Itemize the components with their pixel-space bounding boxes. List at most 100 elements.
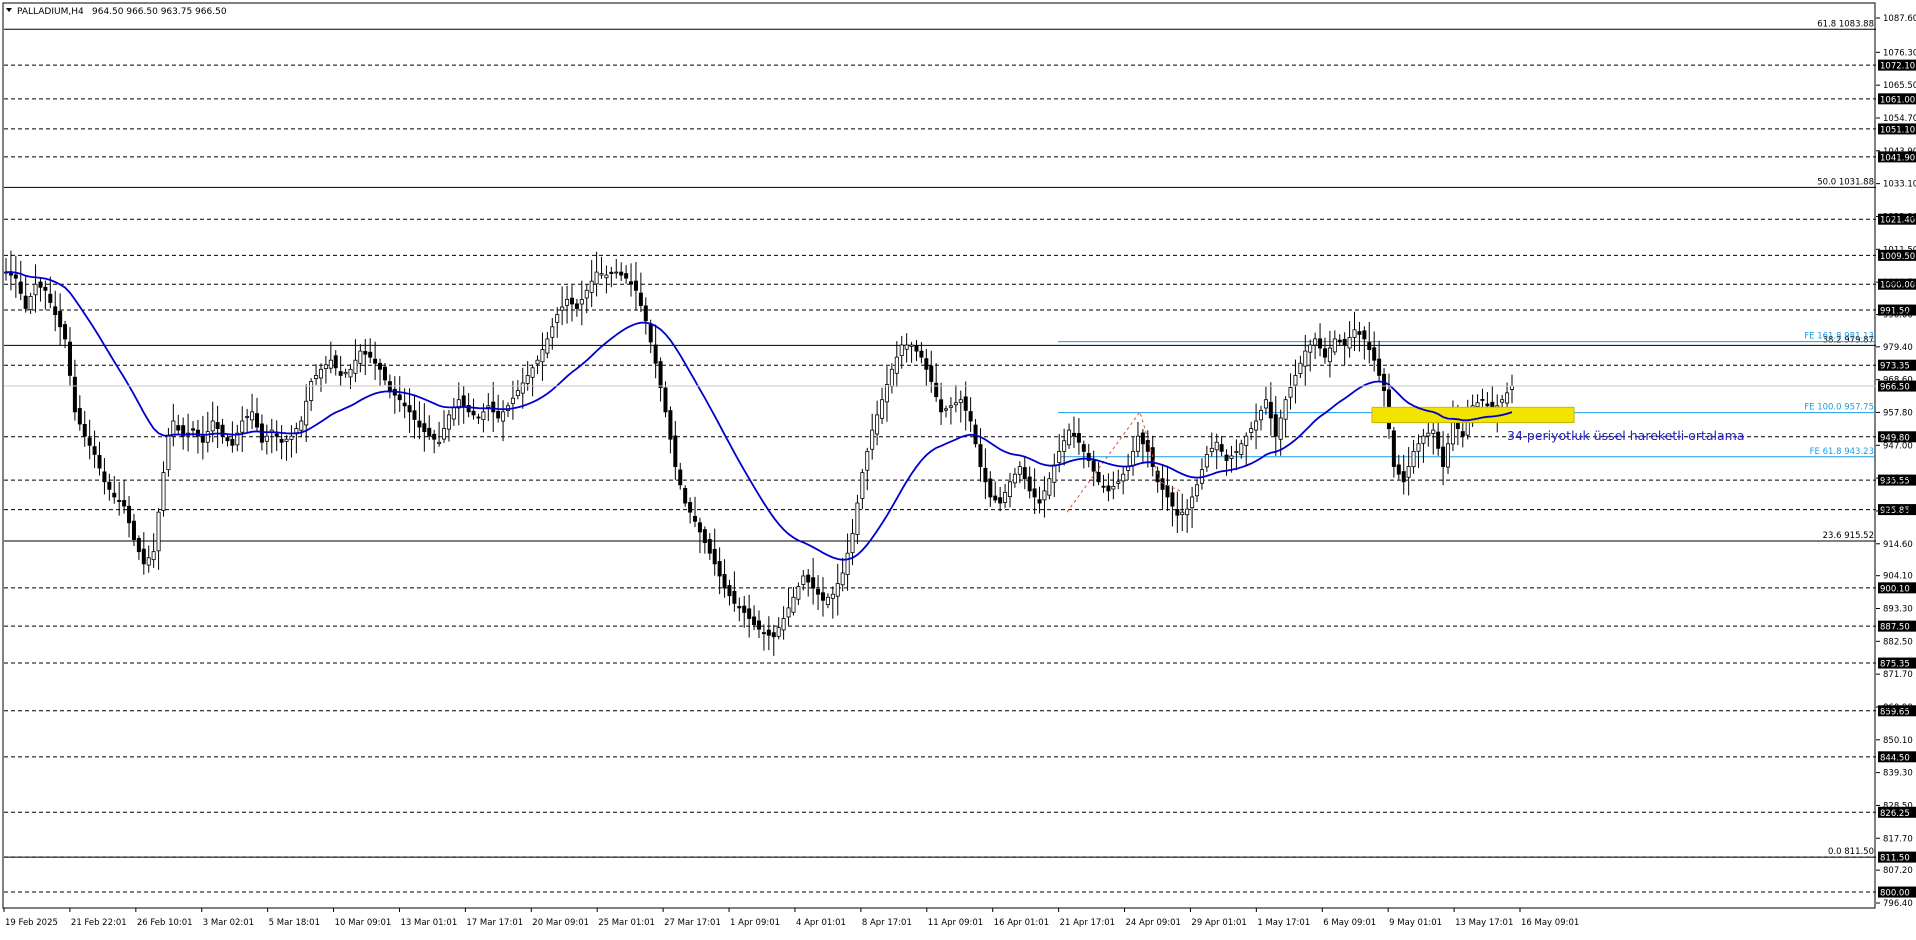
candle-body (1441, 446, 1446, 467)
candle-body (560, 306, 565, 311)
candle-body (1195, 484, 1200, 497)
candle-body (1121, 473, 1126, 482)
candle-body (1017, 466, 1022, 475)
candle-body (28, 295, 33, 310)
candle-body (1342, 338, 1347, 346)
level-price-label: 844.50 (1880, 753, 1910, 763)
candle-body (1278, 417, 1283, 440)
candle-body (875, 414, 880, 435)
candle-body (776, 627, 781, 637)
candle-body (1145, 440, 1150, 452)
y-tick-label: 957.80 (1883, 408, 1913, 418)
plot-area (2, 2, 1876, 909)
candle-body (53, 306, 58, 316)
candle-body (1298, 362, 1303, 374)
candle-body (1288, 387, 1293, 398)
candle-body (1362, 330, 1367, 340)
x-tick-label: 27 Mar 17:01 (664, 918, 721, 928)
y-tick-label: 1000.70 (1883, 278, 1916, 288)
candle-body (579, 299, 584, 305)
candle-body (250, 411, 255, 421)
candle-body (501, 411, 506, 422)
level-price-label: 811.50 (1880, 854, 1910, 864)
candle-body (1052, 464, 1057, 483)
candle-body (481, 411, 486, 421)
candle-body (825, 596, 830, 606)
candle-body (353, 359, 358, 374)
candle-body (732, 590, 737, 604)
candle-body (1135, 435, 1140, 452)
candle-body (638, 292, 643, 306)
candle-body (998, 497, 1003, 504)
candle-body (259, 423, 264, 443)
candle-body (1239, 443, 1244, 455)
candle-body (412, 410, 417, 420)
candle-body (131, 520, 136, 540)
candle-body (988, 478, 993, 498)
candle-body (747, 608, 752, 619)
candle-body (1372, 347, 1377, 361)
candle-body (673, 435, 678, 467)
candle-body (1180, 511, 1185, 515)
candle-body (215, 422, 220, 429)
candle-body (993, 495, 998, 501)
candle-body (1131, 450, 1136, 466)
candle-body (1421, 435, 1426, 444)
candle-body (200, 435, 205, 443)
candle-body (87, 437, 92, 446)
x-tick-label: 1 Apr 09:01 (730, 918, 780, 928)
candle-body (865, 450, 870, 471)
x-tick-label: 19 Feb 2025 (5, 918, 58, 928)
candle-body (1229, 455, 1234, 459)
candle-body (1185, 508, 1190, 516)
candle-body (742, 605, 747, 613)
y-tick-label: 979.40 (1883, 343, 1913, 353)
candle-body (697, 522, 702, 533)
candle-body (1076, 433, 1081, 443)
candle-body (806, 574, 811, 583)
x-tick-label: 5 Mar 18:01 (269, 918, 320, 928)
candle-body (663, 387, 668, 413)
y-tick-label: 817.70 (1883, 834, 1913, 844)
candle-body (1190, 496, 1195, 509)
candle-body (1480, 399, 1485, 401)
candle-body (569, 297, 574, 305)
candle-body (629, 281, 634, 285)
y-tick-label: 871.70 (1883, 670, 1913, 680)
candle-body (1062, 440, 1067, 452)
candle-body (348, 368, 353, 378)
x-tick-label: 13 Mar 01:01 (400, 918, 457, 928)
candle-body (446, 414, 451, 430)
candle-body (835, 583, 840, 597)
candle-body (619, 271, 624, 276)
candle-body (1337, 339, 1342, 343)
candle-body (555, 314, 560, 323)
candle-body (117, 500, 122, 502)
candle-body (707, 539, 712, 554)
y-tick-label: 990.00 (1883, 311, 1913, 321)
candle-body (1219, 444, 1224, 452)
candle-body (1450, 420, 1455, 445)
candle-body (122, 500, 127, 507)
candle-body (1175, 509, 1180, 516)
candle-body (1008, 481, 1013, 497)
candle-body (1431, 429, 1436, 434)
candle-body (146, 557, 151, 566)
level-price-label: 900.10 (1880, 584, 1910, 594)
y-tick-label: 925.40 (1883, 507, 1913, 517)
candle-body (141, 548, 146, 565)
candle-body (1071, 432, 1076, 437)
candle-body (358, 350, 363, 364)
candle-body (442, 428, 447, 440)
candle-body (72, 376, 77, 413)
candle-body (1460, 431, 1465, 437)
candle-body (496, 410, 501, 419)
candle-body (427, 427, 432, 437)
candle-body (816, 588, 821, 595)
candle-body (461, 395, 466, 407)
x-tick-label: 20 Mar 09:01 (532, 918, 589, 928)
candle-body (909, 344, 914, 347)
candle-body (1268, 401, 1273, 419)
candle-body (929, 365, 934, 382)
y-tick-label: 839.30 (1883, 769, 1913, 779)
